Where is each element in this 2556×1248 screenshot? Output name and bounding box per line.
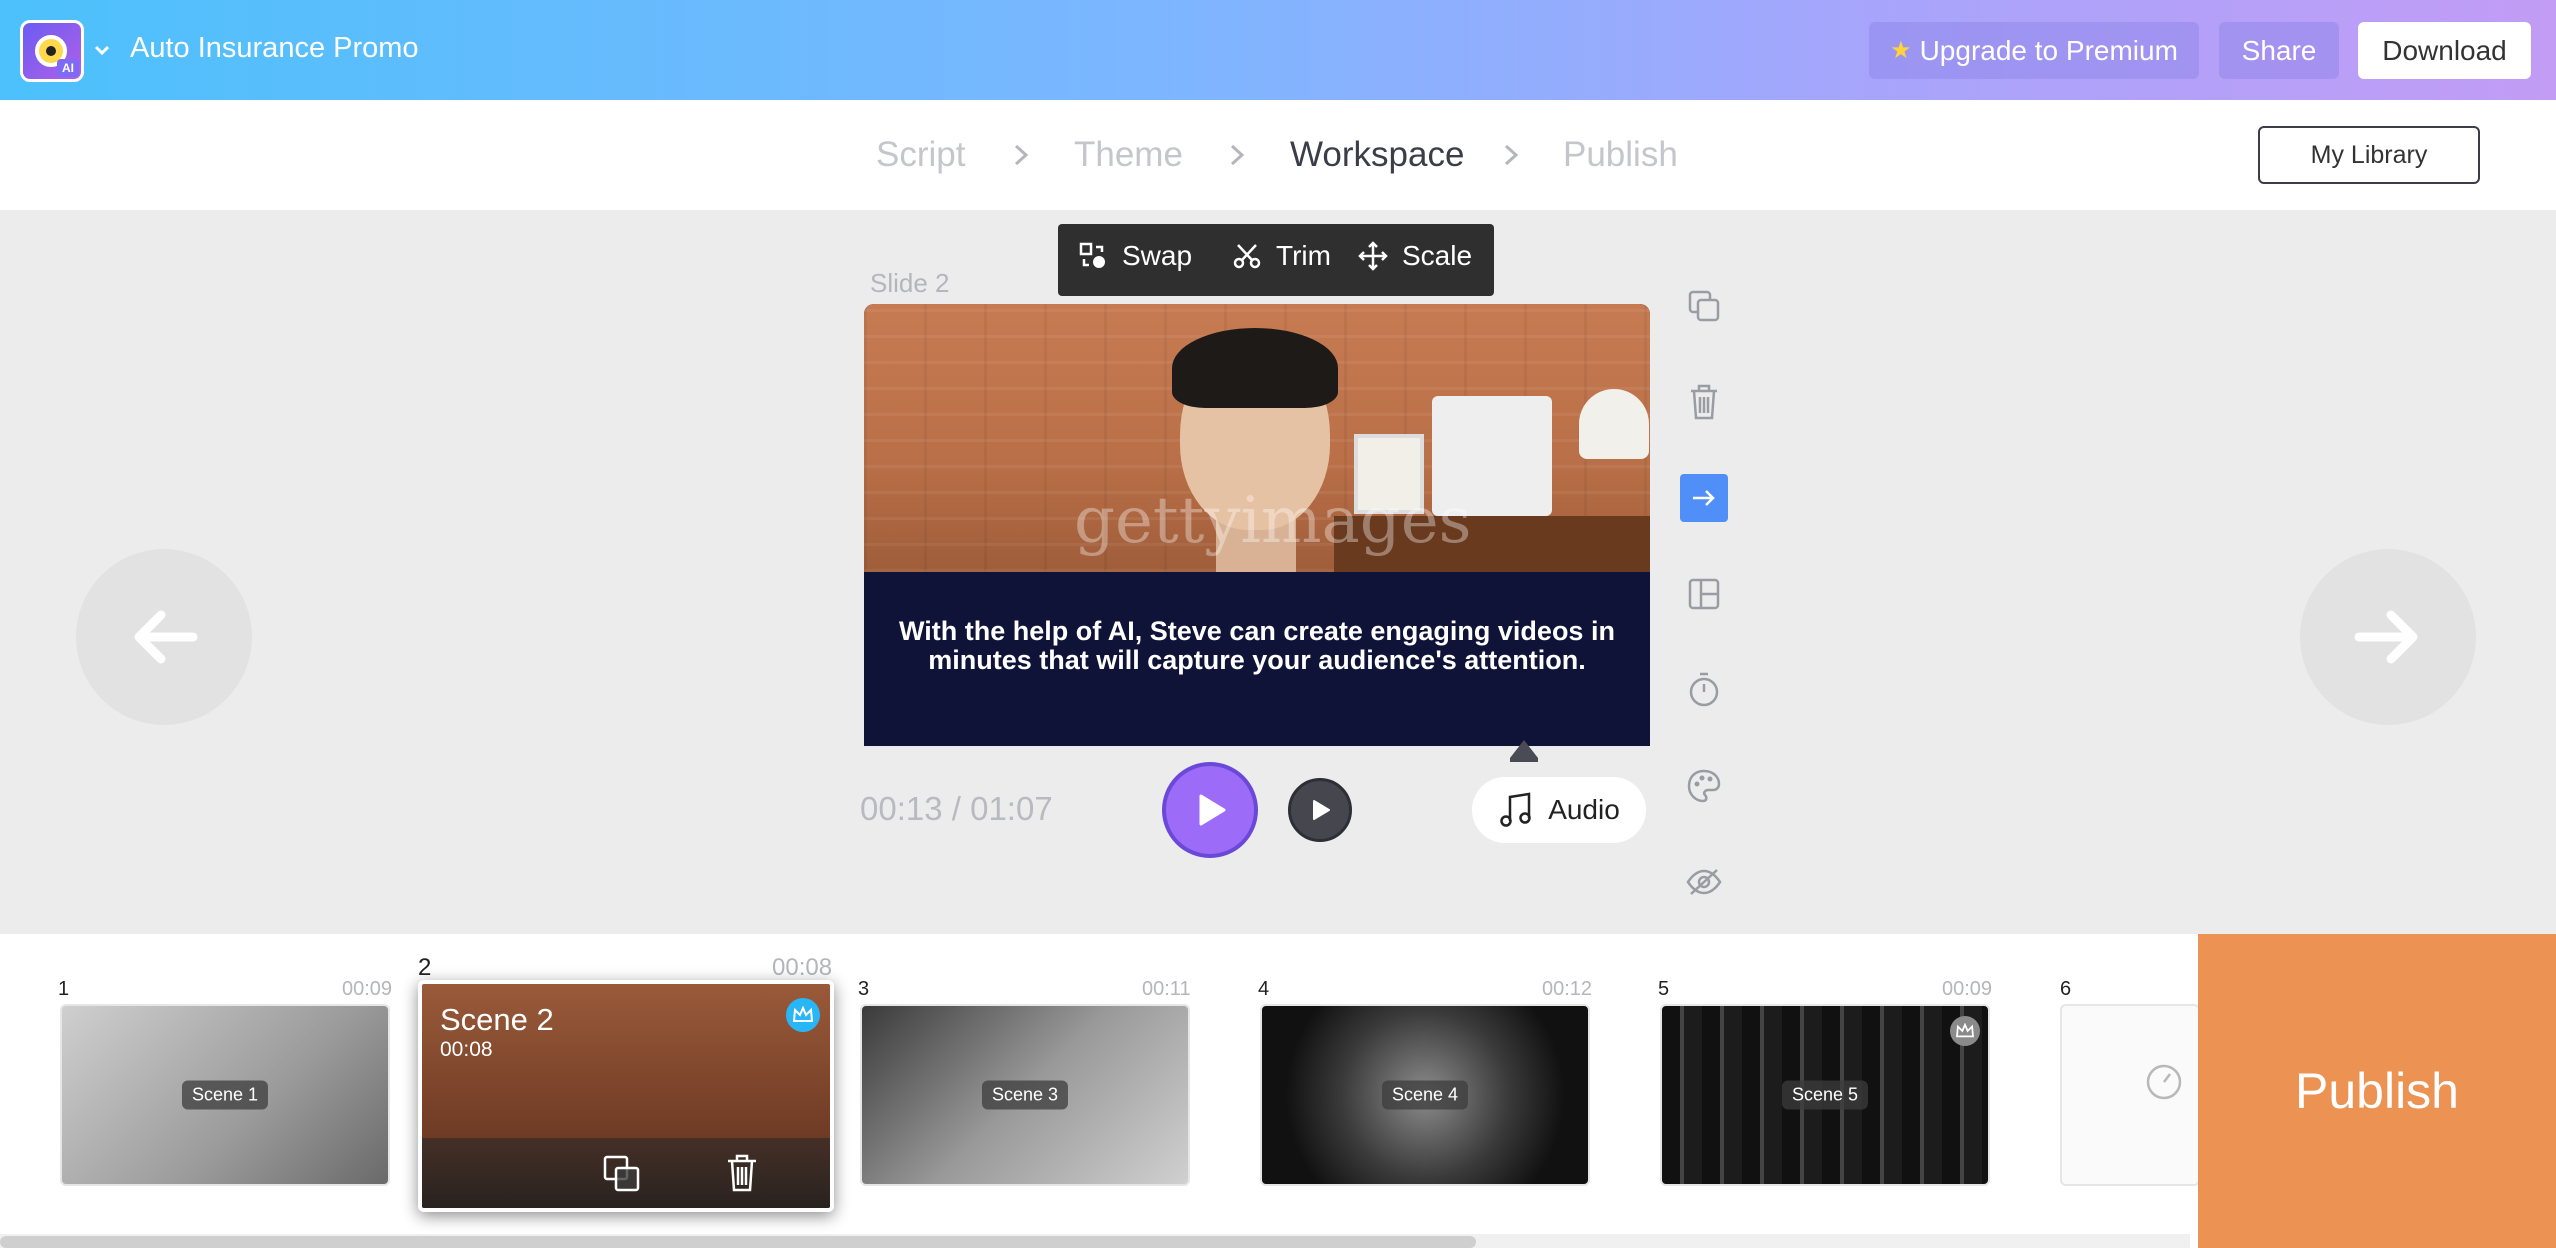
trim-button[interactable]: Trim bbox=[1232, 240, 1331, 272]
previous-slide-button[interactable] bbox=[76, 549, 252, 725]
audio-button[interactable]: Audio bbox=[1472, 777, 1646, 843]
scene-duration: 00:11 bbox=[1142, 978, 1191, 1000]
duplicate-slide-button[interactable] bbox=[1680, 282, 1728, 330]
clock-icon bbox=[2146, 1064, 2182, 1100]
trash-icon bbox=[1691, 384, 1717, 420]
scale-label: Scale bbox=[1402, 240, 1473, 271]
share-button[interactable]: Share bbox=[2219, 22, 2339, 79]
scene-thumbnail[interactable]: Scene 3 bbox=[860, 1004, 1190, 1186]
crown-icon bbox=[1950, 1016, 1980, 1046]
app-logo[interactable]: AI bbox=[20, 20, 84, 82]
swap-button[interactable]: Swap bbox=[1078, 240, 1192, 272]
step-script[interactable]: Script bbox=[876, 135, 965, 175]
trim-label: Trim bbox=[1276, 240, 1331, 271]
layout-icon bbox=[1688, 578, 1720, 610]
publish-button[interactable]: Publish bbox=[2198, 934, 2556, 1248]
duplicate-icon bbox=[1688, 290, 1720, 322]
transition-button[interactable] bbox=[1680, 474, 1728, 522]
play-slide-button[interactable] bbox=[1288, 778, 1352, 842]
scene-thumbnail[interactable]: Scene 5 bbox=[1660, 1004, 1990, 1186]
music-note-icon bbox=[1500, 792, 1531, 827]
delete-slide-button[interactable] bbox=[1680, 378, 1728, 426]
scene-thumbnail[interactable]: Scene 2 00:08 bbox=[418, 980, 834, 1212]
scale-button[interactable]: Scale bbox=[1358, 240, 1472, 272]
scene-label: Scene 3 bbox=[981, 1080, 1069, 1110]
scene-thumbnail[interactable]: Scene 1 bbox=[60, 1004, 390, 1186]
transition-icon bbox=[1693, 490, 1715, 506]
scene-duration: 00:08 bbox=[772, 954, 833, 981]
upgrade-button[interactable]: ★ Upgrade to Premium bbox=[1869, 22, 2199, 79]
play-all-button[interactable] bbox=[1162, 762, 1258, 858]
scene-label: Scene 1 bbox=[181, 1080, 269, 1110]
scene-duration: 00:09 bbox=[342, 978, 393, 1000]
chevron-right-icon bbox=[1230, 144, 1245, 166]
timer-button[interactable] bbox=[1680, 666, 1728, 714]
my-library-button[interactable]: My Library bbox=[2258, 126, 2480, 184]
arrow-right-icon bbox=[2354, 610, 2418, 664]
scene-number: 4 bbox=[1258, 978, 1270, 1000]
step-bar bbox=[0, 100, 2556, 210]
timer-icon bbox=[1689, 672, 1719, 707]
scene-timeline: 1 00:09 Scene 1 2 00:08 Scene 2 00:08 3 … bbox=[0, 934, 2556, 1248]
caret-up-icon bbox=[1510, 740, 1538, 762]
swap-icon bbox=[1079, 242, 1105, 268]
top-bar: AI Auto Insurance Promo ★ Upgrade to Pre… bbox=[0, 0, 2556, 100]
scene-label: Scene 5 bbox=[1781, 1080, 1869, 1110]
arrow-left-icon bbox=[134, 610, 198, 664]
scene-number: 3 bbox=[858, 978, 870, 1000]
star-icon: ★ bbox=[1890, 37, 1912, 64]
scene-number: 5 bbox=[1658, 978, 1670, 1000]
hide-slide-button[interactable] bbox=[1680, 858, 1728, 906]
step-workspace[interactable]: Workspace bbox=[1290, 135, 1464, 175]
scene-thumbnail[interactable] bbox=[2060, 1004, 2200, 1186]
crown-icon bbox=[786, 998, 820, 1032]
project-title[interactable]: Auto Insurance Promo bbox=[130, 32, 419, 65]
audio-label: Audio bbox=[1548, 794, 1620, 825]
step-publish[interactable]: Publish bbox=[1563, 135, 1678, 175]
chevron-right-icon bbox=[1014, 144, 1029, 166]
palette-button[interactable] bbox=[1680, 762, 1728, 810]
chevron-down-icon[interactable] bbox=[92, 40, 112, 60]
scene-title: Scene 2 bbox=[440, 1002, 554, 1037]
slide-toolbar: Swap Trim Scale bbox=[1058, 224, 1494, 296]
upgrade-label: Upgrade to Premium bbox=[1919, 34, 2178, 66]
scene-actions-bar bbox=[422, 1138, 830, 1208]
scene-duration: 00:12 bbox=[1542, 978, 1593, 1000]
scene-duration-overlay: 00:08 bbox=[440, 1038, 493, 1061]
timeline-scroll-thumb[interactable] bbox=[0, 1236, 1476, 1248]
download-button[interactable]: Download bbox=[2358, 22, 2531, 79]
ai-badge: AI bbox=[57, 59, 79, 77]
scene-number: 1 bbox=[58, 978, 70, 1000]
slide-caption[interactable]: With the help of AI, Steve can create en… bbox=[864, 572, 1650, 746]
scissors-icon bbox=[1233, 244, 1261, 269]
next-slide-button[interactable] bbox=[2300, 549, 2476, 725]
play-icon bbox=[1313, 800, 1330, 820]
play-icon bbox=[1199, 794, 1226, 826]
scene-duration: 00:09 bbox=[1942, 978, 1993, 1000]
swap-label: Swap bbox=[1122, 240, 1193, 271]
duplicate-icon[interactable] bbox=[602, 1154, 642, 1194]
scene-label: Scene 4 bbox=[1381, 1080, 1469, 1110]
hide-icon bbox=[1686, 869, 1722, 895]
scene-thumbnail[interactable]: Scene 4 bbox=[1260, 1004, 1590, 1186]
chevron-right-icon bbox=[1504, 144, 1519, 166]
slide-label: Slide 2 bbox=[870, 268, 950, 298]
slide-preview[interactable]: gettyimages With the help of AI, Steve c… bbox=[864, 304, 1650, 746]
trash-icon[interactable] bbox=[724, 1152, 760, 1194]
step-theme[interactable]: Theme bbox=[1074, 135, 1183, 175]
watermark: gettyimages bbox=[1074, 484, 1472, 558]
palette-icon bbox=[1687, 769, 1721, 803]
move-icon bbox=[1358, 241, 1388, 271]
scene-number: 2 bbox=[418, 954, 432, 981]
layout-button[interactable] bbox=[1680, 570, 1728, 618]
scene-number: 6 bbox=[2060, 978, 2072, 1000]
slide-photo: gettyimages bbox=[864, 304, 1650, 572]
time-readout: 00:13 / 01:07 bbox=[860, 790, 1053, 827]
